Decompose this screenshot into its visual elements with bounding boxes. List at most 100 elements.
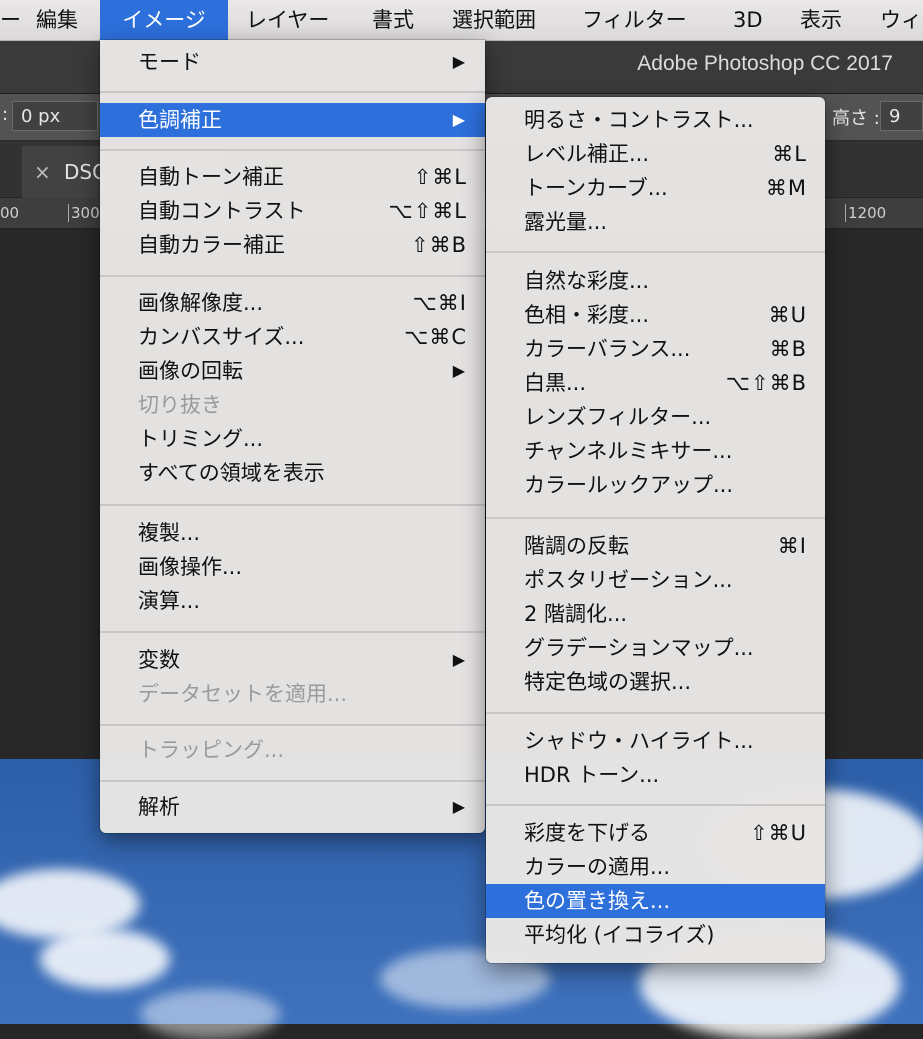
options-height-field[interactable]: 9 xyxy=(880,101,923,131)
menu-item-curves[interactable]: トーンカーブ... ⌘M xyxy=(486,171,825,205)
menu-item-label: データセットを適用... xyxy=(138,682,348,706)
menu-item-label: トーンカーブ... xyxy=(524,176,668,200)
menu-item-label: 切り抜き xyxy=(138,393,222,417)
menu-item-label: 色の置き換え... xyxy=(524,889,671,913)
menu-item-label: 演算... xyxy=(138,589,201,613)
menu-item-shortcut: ⌘L xyxy=(772,142,807,166)
menu-item-photo-filter[interactable]: レンズフィルター... xyxy=(486,400,825,434)
image-menu: モード ▶ 色調補正 ▶ 自動トーン補正 ⇧⌘L 自動コントラスト ⌥⇧⌘L 自… xyxy=(100,40,485,833)
menu-item-shortcut: ⌘U xyxy=(768,303,807,327)
close-icon[interactable]: × xyxy=(34,146,51,198)
menu-item-desaturate[interactable]: 彩度を下げる ⇧⌘U xyxy=(486,816,825,850)
menu-separator xyxy=(100,780,485,782)
menu-item-shadows-highlights[interactable]: シャドウ・ハイライト... xyxy=(486,724,825,758)
menu-item-label: 画像解像度... xyxy=(138,291,264,315)
menu-item-image-rotation[interactable]: 画像の回転 ▶ xyxy=(100,354,485,388)
menu-item-black-white[interactable]: 白黒... ⌥⇧⌘B xyxy=(486,366,825,400)
menu-item-channel-mixer[interactable]: チャンネルミキサー... xyxy=(486,434,825,468)
menu-item-auto-tone[interactable]: 自動トーン補正 ⇧⌘L xyxy=(100,160,485,194)
menu-item-hdr-toning[interactable]: HDR トーン... xyxy=(486,758,825,792)
menu-item-label: 画像操作... xyxy=(138,555,243,579)
menu-item-shortcut: ⌥⌘I xyxy=(412,291,467,315)
menu-item-calculations[interactable]: 演算... xyxy=(100,584,485,618)
menu-item-label: 変数 xyxy=(138,648,180,672)
menu-item-reveal-all[interactable]: すべての領域を表示 xyxy=(100,456,485,490)
menu-item-crop[interactable]: 切り抜き xyxy=(100,388,485,422)
menu-item-auto-contrast[interactable]: 自動コントラスト ⌥⇧⌘L xyxy=(100,194,485,228)
menu-item-label: カラーバランス... xyxy=(524,337,691,361)
menu-item-label: 自然な彩度... xyxy=(524,269,650,293)
menu-item-shortcut: ⌥⇧⌘B xyxy=(725,371,807,395)
menu-item-label: 特定色域の選択... xyxy=(524,670,692,694)
menu-item-selective-color[interactable]: 特定色域の選択... xyxy=(486,665,825,699)
menu-item-label: トラッピング... xyxy=(138,738,285,762)
menu-item-trim[interactable]: トリミング... xyxy=(100,422,485,456)
app-title: Adobe Photoshop CC 2017 xyxy=(637,52,893,75)
menu-item-exposure[interactable]: 露光量... xyxy=(486,205,825,239)
menu-item-gradient-map[interactable]: グラデーションマップ... xyxy=(486,631,825,665)
menu-item-label: 解析 xyxy=(138,795,180,819)
menu-item-mode[interactable]: モード ▶ xyxy=(100,45,485,79)
menubar-item-edit[interactable]: 編集 xyxy=(36,0,78,40)
ruler-mark: 300 xyxy=(68,204,100,222)
menu-item-apply-data-set[interactable]: データセットを適用... xyxy=(100,677,485,711)
menu-item-label: 画像の回転 xyxy=(138,359,243,383)
menu-item-invert[interactable]: 階調の反転 ⌘I xyxy=(486,529,825,563)
menu-item-label: 自動コントラスト xyxy=(138,199,306,223)
menu-item-canvas-size[interactable]: カンバスサイズ... ⌥⌘C xyxy=(100,320,485,354)
menu-item-variables[interactable]: 変数 ▶ xyxy=(100,643,485,677)
ruler-mark: 1200 xyxy=(845,204,886,222)
menu-item-label: 自動トーン補正 xyxy=(138,165,284,189)
menu-separator xyxy=(100,91,485,93)
menubar-item-view[interactable]: 表示 xyxy=(800,0,842,40)
menubar-item-window[interactable]: ウィ xyxy=(880,0,922,40)
menu-item-analysis[interactable]: 解析 ▶ xyxy=(100,790,485,824)
menu-item-label: カンバスサイズ... xyxy=(138,325,305,349)
menu-item-label: ポスタリゼーション... xyxy=(524,568,733,592)
menu-item-threshold[interactable]: 2 階調化... xyxy=(486,597,825,631)
menu-item-label: 複製... xyxy=(138,521,201,545)
menu-item-apply-image[interactable]: 画像操作... xyxy=(100,550,485,584)
menu-item-trap[interactable]: トラッピング... xyxy=(100,733,485,767)
menubar-item-filter[interactable]: フィルター xyxy=(582,0,687,40)
options-left-prefix: : xyxy=(2,104,9,125)
menu-separator xyxy=(100,275,485,277)
options-left-field[interactable]: 0 px xyxy=(12,101,98,131)
menu-separator xyxy=(486,251,825,253)
menu-item-replace-color[interactable]: 色の置き換え... xyxy=(486,884,825,918)
menu-item-shortcut: ⌘M xyxy=(765,176,807,200)
menu-item-adjustments[interactable]: 色調補正 ▶ xyxy=(100,103,485,137)
menubar-item-partial[interactable]: ー xyxy=(0,0,21,40)
menu-item-hue-saturation[interactable]: 色相・彩度... ⌘U xyxy=(486,298,825,332)
menu-item-vibrance[interactable]: 自然な彩度... xyxy=(486,264,825,298)
menubar-item-select[interactable]: 選択範囲 xyxy=(452,0,536,40)
menu-item-equalize[interactable]: 平均化 (イコライズ) xyxy=(486,918,825,952)
menu-item-auto-color[interactable]: 自動カラー補正 ⇧⌘B xyxy=(100,228,485,262)
menu-separator xyxy=(486,517,825,519)
menubar-item-3d[interactable]: 3D xyxy=(733,0,763,40)
menu-item-duplicate[interactable]: 複製... xyxy=(100,516,485,550)
menu-item-levels[interactable]: レベル補正... ⌘L xyxy=(486,137,825,171)
submenu-arrow-icon: ▶ xyxy=(452,797,465,816)
menu-item-color-balance[interactable]: カラーバランス... ⌘B xyxy=(486,332,825,366)
menu-separator xyxy=(486,712,825,714)
menu-item-posterize[interactable]: ポスタリゼーション... xyxy=(486,563,825,597)
menu-item-shortcut: ⇧⌘U xyxy=(750,821,807,845)
menu-item-label: すべての領域を表示 xyxy=(138,461,325,485)
menu-item-label: トリミング... xyxy=(138,427,264,451)
menu-item-brightness-contrast[interactable]: 明るさ・コントラスト... xyxy=(486,103,825,137)
menu-item-shortcut: ⌘B xyxy=(769,337,807,361)
menu-item-label: 2 階調化... xyxy=(524,602,628,626)
menu-item-label: 色相・彩度... xyxy=(524,303,650,327)
menu-item-label: 平均化 (イコライズ) xyxy=(524,923,715,947)
menu-item-color-lookup[interactable]: カラールックアップ... xyxy=(486,468,825,502)
menu-item-label: 露光量... xyxy=(524,210,608,234)
menu-bar: ー 編集 イメージ レイヤー 書式 選択範囲 フィルター 3D 表示 ウィ xyxy=(0,0,923,41)
menubar-item-layer[interactable]: レイヤー xyxy=(246,0,329,40)
menubar-item-type[interactable]: 書式 xyxy=(372,0,414,40)
menu-item-label: 白黒... xyxy=(524,371,587,395)
menubar-item-image[interactable]: イメージ xyxy=(100,0,228,40)
menu-item-match-color[interactable]: カラーの適用... xyxy=(486,850,825,884)
options-height-label: 高さ : xyxy=(832,108,880,129)
menu-item-image-size[interactable]: 画像解像度... ⌥⌘I xyxy=(100,286,485,320)
